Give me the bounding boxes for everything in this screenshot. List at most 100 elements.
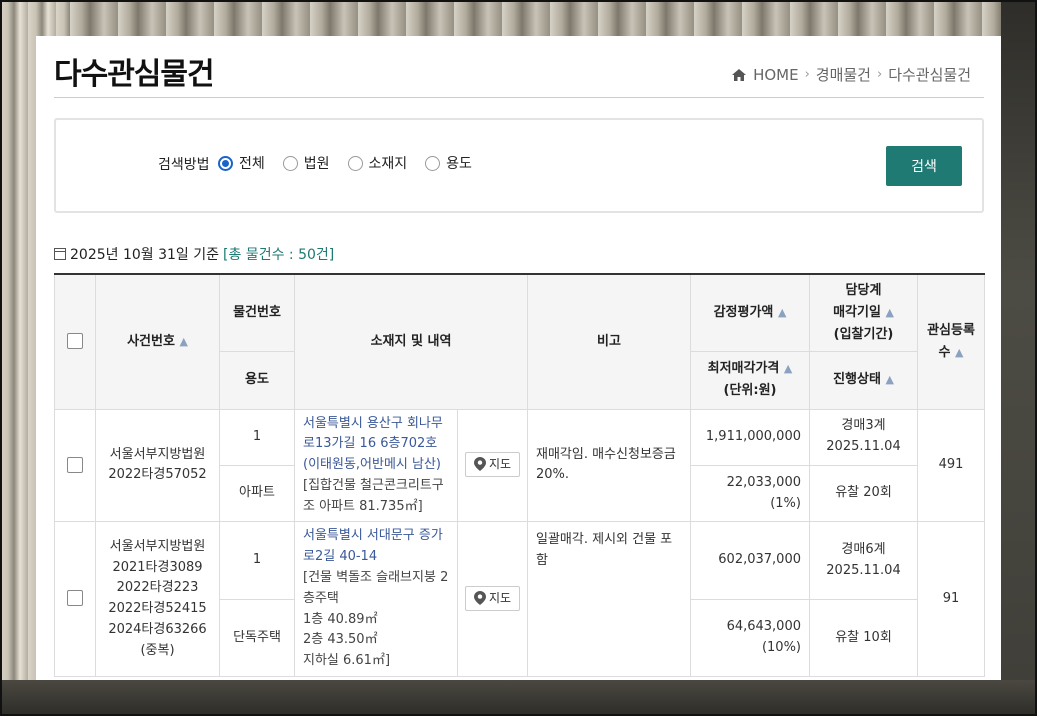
radio-unchecked-icon[interactable]	[347, 155, 363, 171]
search-button[interactable]: 검색	[886, 146, 962, 186]
case-number: 2022타경52415	[108, 601, 207, 617]
radio-unchecked-icon[interactable]	[282, 155, 298, 171]
background-fence	[0, 680, 1037, 716]
breadcrumb-home[interactable]: HOME	[753, 66, 799, 84]
case-no-header[interactable]: 사건번호 ▲	[95, 273, 220, 410]
row-checkbox[interactable]	[67, 590, 83, 607]
chevron-right-icon: ›	[804, 67, 810, 82]
remark-cell: 일괄매각. 제시외 건물 포함	[527, 521, 691, 678]
usage-cell: 단독주택	[219, 598, 295, 678]
radio-location[interactable]: 소재지	[347, 153, 408, 173]
background-trees	[1001, 0, 1037, 716]
address-header: 소재지 및 내역	[294, 273, 528, 410]
address-detail: 1층 40.89㎡	[303, 611, 378, 627]
case-number: 2022타경223	[116, 580, 199, 596]
header-label: (입찰기간)	[833, 326, 894, 342]
min-price-cell: 64,643,000 (10%)	[690, 598, 810, 678]
content-panel: 다수관심물건 HOME › 경매물건 › 다수관심물건 검색방법 전체 법원 소…	[36, 36, 1001, 680]
case-number: 2024타경63266	[108, 622, 207, 638]
court-name: 서울서부지방법원	[109, 538, 206, 554]
address-link[interactable]: 서울특별시 용산구 회나무로13가길 16 6층702호 (이태원동,어반메시 …	[303, 414, 449, 476]
radio-label: 용도	[446, 156, 472, 172]
summary-total: [총 물건수 : 50건]	[223, 247, 335, 263]
item-no-cell: 1	[219, 521, 295, 600]
search-panel: 검색방법 전체 법원 소재지 용도 검색	[54, 118, 984, 213]
header-label: 매각기일	[833, 304, 881, 320]
appraisal-cell: 1,911,000,000	[690, 408, 810, 466]
row-select-cell	[54, 408, 96, 523]
header-label: 수	[938, 344, 951, 360]
radio-unchecked-icon[interactable]	[425, 155, 441, 171]
case-number: (중복)	[140, 642, 175, 658]
map-label: 지도	[488, 590, 512, 605]
dept-date-header[interactable]: 담당계 매각기일 ▲ (입찰기간)	[809, 273, 918, 352]
address-link[interactable]: 서울특별시 서대문구 증가로2길 40-14	[303, 526, 449, 568]
case-number: 2022타경57052	[108, 467, 207, 483]
address-detail: 2층 43.50㎡	[303, 632, 378, 648]
usage-header: 용도	[219, 350, 295, 410]
dept: 경매3계	[841, 418, 886, 434]
status-header[interactable]: 진행상태 ▲	[809, 350, 918, 410]
sort-arrow-icon[interactable]: ▲	[885, 373, 893, 386]
min-price: 22,033,000	[726, 474, 801, 490]
radio-usage[interactable]: 용도	[425, 153, 472, 173]
map-pin-icon	[473, 591, 486, 606]
radio-court[interactable]: 법원	[282, 153, 330, 173]
appraisal-header[interactable]: 감정평가액 ▲	[690, 273, 810, 352]
header-label: (단위:원)	[723, 383, 777, 398]
address-cell: 서울특별시 서대문구 증가로2길 40-14 [건물 벽돌조 슬래브지붕 2층주…	[294, 521, 458, 678]
min-price-header[interactable]: 최저매각가격 ▲ (단위:원)	[690, 350, 810, 410]
map-cell: 지도	[457, 521, 528, 678]
sort-arrow-icon[interactable]: ▲	[955, 346, 963, 359]
sale-date: 2025.11.04	[826, 562, 901, 578]
sort-arrow-icon[interactable]: ▲	[778, 306, 786, 319]
background-building	[70, 0, 1001, 36]
address-detail: [집합건물 철근콘크리트구조 아파트 81.735㎡]	[303, 477, 444, 514]
select-all-checkbox[interactable]	[67, 333, 83, 350]
radio-checked-icon[interactable]	[218, 155, 233, 171]
status-cell: 유찰 20회	[809, 464, 918, 523]
address-cell: 서울특별시 용산구 회나무로13가길 16 6층702호 (이태원동,어반메시 …	[294, 408, 458, 523]
radio-all[interactable]: 전체	[218, 153, 265, 173]
map-button[interactable]: 지도	[464, 585, 521, 611]
sale-date: 2025.11.04	[826, 439, 901, 455]
table-row: 서울서부지방법원 2022타경57052 1 서울특별시 용산구 회나무로13가…	[54, 408, 985, 523]
min-price-cell: 22,033,000 (1%)	[690, 464, 810, 523]
min-price-pct: (1%)	[770, 495, 801, 511]
address-detail: [건물 벽돌조 슬래브지붕 2층주택	[303, 570, 449, 606]
search-method-label: 검색방법	[158, 157, 210, 173]
calendar-icon	[54, 248, 66, 260]
home-icon[interactable]	[731, 68, 747, 82]
sort-arrow-icon[interactable]: ▲	[885, 306, 893, 319]
radio-label: 법원	[303, 156, 330, 172]
row-checkbox[interactable]	[67, 456, 83, 473]
header-label: 관심등록	[927, 322, 975, 338]
chevron-right-icon: ›	[876, 67, 883, 82]
item-no-cell: 1	[219, 408, 295, 466]
row-select-cell	[54, 521, 96, 678]
breadcrumb-auction-items[interactable]: 경매물건	[816, 64, 871, 85]
interest-cell: 491	[917, 408, 985, 523]
breadcrumb: HOME › 경매물건 › 다수관심물건	[731, 64, 971, 85]
status-cell: 유찰 10회	[809, 598, 918, 678]
radio-label: 소재지	[368, 156, 408, 172]
map-button[interactable]: 지도	[464, 451, 521, 477]
interest-header[interactable]: 관심등록 수 ▲	[917, 273, 985, 410]
sort-arrow-icon[interactable]: ▲	[784, 362, 792, 375]
header-label: 최저매각가격	[707, 360, 780, 376]
breadcrumb-current: 다수관심물건	[888, 66, 971, 84]
min-price-pct: (10%)	[761, 639, 801, 655]
header-label: 사건번호	[127, 333, 175, 349]
sort-arrow-icon[interactable]: ▲	[179, 335, 187, 348]
map-cell: 지도	[457, 408, 528, 523]
header-label: 감정평가액	[713, 304, 774, 320]
summary-date: 2025년 10월 31일 기준	[70, 247, 220, 263]
case-number: 2021타경3089	[112, 559, 203, 575]
map-pin-icon	[473, 457, 486, 472]
table-row: 서울서부지방법원 2021타경3089 2022타경223 2022타경5241…	[54, 521, 985, 678]
select-all-header	[54, 273, 96, 410]
radio-label: 전체	[239, 156, 265, 172]
remark-cell: 재매각임. 매수신청보증금 20%.	[527, 408, 691, 523]
address-detail: 지하실 6.61㎡]	[303, 653, 391, 669]
appraisal-cell: 602,037,000	[690, 521, 810, 600]
